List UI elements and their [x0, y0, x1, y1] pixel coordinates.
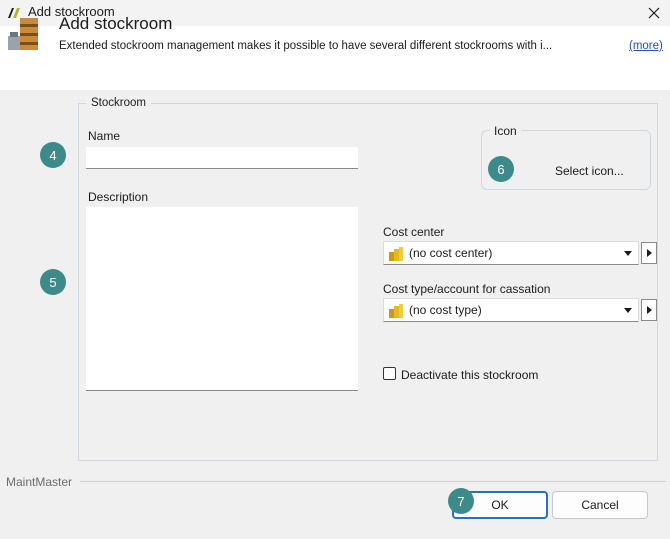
dialog-header: [0, 26, 670, 90]
cost-type-value: (no cost type): [409, 303, 482, 317]
header-description: Extended stockroom management makes it p…: [59, 40, 553, 52]
chevron-down-icon: [624, 308, 632, 313]
cost-center-select[interactable]: (no cost center): [383, 241, 639, 265]
cost-center-value: (no cost center): [409, 246, 493, 260]
step-badge-4: 4: [40, 142, 66, 168]
stockroom-shelf-icon: [8, 18, 38, 50]
deactivate-checkbox[interactable]: [383, 367, 396, 380]
description-textarea[interactable]: [86, 207, 358, 391]
more-link[interactable]: (more): [629, 40, 663, 52]
name-input[interactable]: [86, 147, 358, 169]
cost-center-icon: [389, 247, 403, 261]
footer-divider: [80, 481, 666, 482]
stockroom-group-label: Stockroom: [86, 97, 151, 109]
close-button[interactable]: [638, 0, 670, 26]
cost-center-browse-button[interactable]: [641, 242, 657, 264]
cost-type-select[interactable]: (no cost type): [383, 298, 639, 322]
deactivate-label[interactable]: Deactivate this stockroom: [401, 368, 538, 382]
chevron-down-icon: [624, 251, 632, 256]
cost-type-label: Cost type/account for cassation: [383, 282, 551, 296]
cost-center-label: Cost center: [383, 225, 445, 239]
brand-label: MaintMaster: [6, 475, 73, 489]
icon-group-label: Icon: [490, 124, 521, 138]
step-badge-5: 5: [40, 269, 66, 295]
select-icon-button[interactable]: Select icon...: [555, 164, 624, 178]
name-label: Name: [88, 129, 121, 143]
header-title: Add stockroom: [59, 14, 173, 33]
close-icon: [648, 7, 660, 19]
step-badge-7: 7: [448, 488, 474, 514]
description-label: Description: [88, 190, 149, 204]
cancel-button[interactable]: Cancel: [552, 491, 648, 519]
cost-type-icon: [389, 304, 403, 318]
step-badge-6: 6: [488, 156, 514, 182]
cost-type-browse-button[interactable]: [641, 299, 657, 321]
